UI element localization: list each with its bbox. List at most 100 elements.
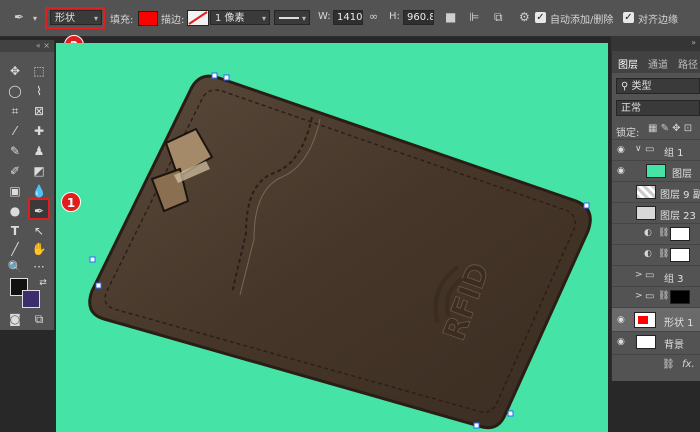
- marquee-icon[interactable]: ⬚: [30, 62, 48, 80]
- layer-row[interactable]: ◉ ∨ ▭ 组 1: [612, 139, 700, 160]
- layer-mask-thumbnail: [670, 227, 690, 241]
- link-icon: ⛓: [658, 249, 670, 259]
- stroke-type-select[interactable]: ▾: [274, 10, 310, 25]
- tab-paths[interactable]: 路径: [678, 56, 698, 71]
- hand-icon[interactable]: ✋: [30, 240, 48, 258]
- layer-row[interactable]: ◉ 图层: [612, 160, 700, 181]
- path-arrangement-icon[interactable]: ⧉: [494, 11, 503, 23]
- panel-collapse-icon[interactable]: « ×: [0, 40, 54, 52]
- quick-mask-icon[interactable]: ◙: [6, 310, 24, 328]
- wallet-image: RFID: [88, 72, 592, 430]
- layer-name: 形状 1: [664, 318, 694, 329]
- stroke-width-value: 1 像素: [215, 13, 245, 24]
- lock-icons[interactable]: ▦ ✎ ✥ ⊡: [648, 123, 692, 134]
- layer-mask-thumbnail: [670, 290, 690, 304]
- layer-row-selected[interactable]: ◉ 形状 1: [612, 307, 700, 331]
- document-canvas[interactable]: RFID: [56, 43, 608, 432]
- eye-icon[interactable]: ◉: [617, 315, 627, 325]
- layer-name: 背景: [664, 340, 684, 351]
- layer-name: 组 1: [664, 148, 684, 159]
- lasso-icon[interactable]: ◯: [6, 82, 24, 100]
- chevron-right-icon[interactable]: >: [635, 270, 643, 280]
- eye-icon[interactable]: ◉: [617, 166, 627, 176]
- brush-icon[interactable]: ✎: [6, 142, 24, 160]
- height-input[interactable]: 960.88: [403, 10, 434, 25]
- layers-panel: 图层 通道 路径 ⚲ 类型 正常 锁定: ▦ ✎ ✥ ⊡ ◉ ∨ ▭ 组 1 ◉…: [611, 51, 700, 381]
- eye-icon[interactable]: ◉: [617, 145, 627, 155]
- chevron-right-icon[interactable]: >: [635, 291, 643, 301]
- tab-layers[interactable]: 图层: [618, 56, 638, 71]
- path-alignment-icon[interactable]: ⊫: [469, 11, 479, 23]
- layer-name: 图层 23: [660, 211, 696, 222]
- eraser-icon[interactable]: ◩: [30, 162, 48, 180]
- panel-dock-strip: »: [611, 36, 700, 51]
- link-icon: ⛓: [658, 228, 670, 238]
- background-color-swatch[interactable]: [22, 290, 40, 308]
- step-badge-1: 1: [61, 192, 81, 212]
- collapse-icon[interactable]: »: [691, 38, 696, 47]
- type-icon[interactable]: T: [6, 222, 24, 240]
- fx-button[interactable]: fx.: [682, 359, 695, 370]
- dodge-icon[interactable]: ●: [6, 202, 24, 220]
- screen-mode-icon[interactable]: ⧉: [30, 310, 48, 328]
- gradient-icon[interactable]: ▣: [6, 182, 24, 200]
- tool-mode-highlight: [45, 7, 105, 29]
- layer-thumbnail: [636, 185, 656, 199]
- layer-group-row[interactable]: > ▭ ⛓: [612, 286, 700, 307]
- width-label: W:: [318, 11, 331, 22]
- move-icon[interactable]: ✥: [6, 62, 24, 80]
- panel-tabs: 图层 通道 路径: [612, 51, 700, 73]
- link-icon[interactable]: ∞: [369, 11, 378, 23]
- adjustment-layer-row[interactable]: ◐ ⛓: [612, 244, 700, 265]
- layer-filter-select[interactable]: ⚲ 类型: [616, 78, 700, 94]
- link-layers-icon[interactable]: ⛓: [662, 359, 675, 370]
- history-brush-icon[interactable]: ✐: [6, 162, 24, 180]
- layer-mask-thumbnail: [670, 248, 690, 262]
- eye-icon[interactable]: ◉: [617, 337, 627, 347]
- gear-icon[interactable]: ⚙: [519, 11, 530, 23]
- blend-mode-value: 正常: [621, 103, 641, 114]
- pen-tool-icon[interactable]: ✒: [28, 198, 50, 220]
- chevron-down-icon[interactable]: ∨: [635, 144, 642, 154]
- layer-thumbnail: [646, 164, 666, 178]
- chevron-down-icon: ▾: [261, 14, 266, 23]
- layer-thumbnail: [636, 206, 656, 220]
- align-edges-label: 对齐边缘: [638, 15, 678, 26]
- tools-panel: « × ✥ ⬚ ◯ ⌇ ⌗ ⊠ ⁄ ✚ ✎ ♟ ✐ ◩ ▣ 💧 ● ✒ T ↖ …: [0, 40, 55, 330]
- link-icon: ⛓: [658, 291, 670, 301]
- layer-row[interactable]: 图层 23: [612, 202, 700, 223]
- fill-swatch[interactable]: [138, 11, 158, 26]
- frame-icon[interactable]: ⊠: [30, 102, 48, 120]
- shape-fill-swatch: [638, 316, 648, 324]
- layer-name: 图层: [672, 169, 692, 180]
- stamp-icon[interactable]: ♟: [30, 142, 48, 160]
- zoom-icon[interactable]: 🔍: [6, 258, 24, 276]
- quick-select-icon[interactable]: ⌇: [30, 82, 48, 100]
- stroke-width-select[interactable]: 1 像素 ▾: [210, 10, 270, 25]
- line-icon[interactable]: ╱: [6, 240, 24, 258]
- eyedropper-icon[interactable]: ⁄: [6, 122, 24, 140]
- path-operations-icon[interactable]: ■: [445, 11, 456, 23]
- crop-icon[interactable]: ⌗: [6, 102, 24, 120]
- folder-icon: ▭: [645, 270, 655, 281]
- auto-add-delete-checkbox[interactable]: ✓: [535, 12, 546, 23]
- adjustment-layer-row[interactable]: ◐ ⛓: [612, 223, 700, 244]
- healing-brush-icon[interactable]: ✚: [30, 122, 48, 140]
- chevron-down-icon: ▾: [301, 14, 306, 23]
- layer-group-row[interactable]: > ▭ 组 3: [612, 265, 700, 286]
- align-edges-checkbox[interactable]: ✓: [623, 12, 634, 23]
- lock-label: 锁定:: [616, 128, 640, 139]
- swap-colors-icon[interactable]: ⇄: [34, 274, 52, 292]
- layers-footer: ⛓ fx.: [612, 354, 700, 377]
- path-select-icon[interactable]: ↖: [30, 222, 48, 240]
- layer-row[interactable]: ◉ 背景: [612, 331, 700, 352]
- pen-tool-icon[interactable]: ✒: [14, 11, 24, 23]
- width-input[interactable]: 1410.3: [333, 10, 363, 25]
- blend-mode-select[interactable]: 正常: [616, 100, 700, 116]
- layer-name: 图层 9 副: [660, 190, 700, 201]
- chevron-down-icon[interactable]: ▾: [33, 13, 37, 25]
- tab-channels[interactable]: 通道: [648, 56, 668, 71]
- stroke-swatch[interactable]: [187, 10, 209, 26]
- layer-row[interactable]: 图层 9 副: [612, 181, 700, 202]
- height-label: H:: [389, 11, 400, 22]
